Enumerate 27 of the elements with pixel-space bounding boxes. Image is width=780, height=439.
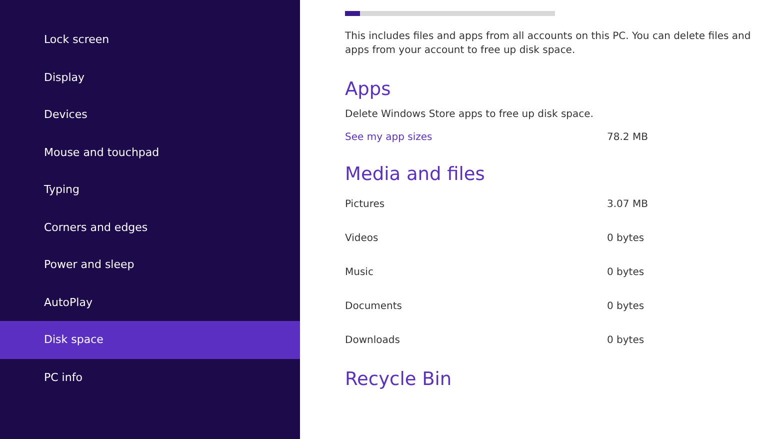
sidebar-item[interactable]: Lock screen [0,21,300,58]
file-type-label: Documents [345,300,404,312]
file-size-value: 0 bytes [607,334,644,346]
file-size-value: 3.07 MB [607,198,648,210]
storage-description: This includes files and apps from all accounts on this PC. You can delete files and apps from your account to free up disk space. [345,30,752,58]
app-sizes-link[interactable]: See my app sizes [345,132,607,142]
file-size-value: 0 bytes [607,266,644,278]
sidebar-item[interactable]: Typing [0,171,300,208]
sidebar-item[interactable]: AutoPlay [0,284,300,321]
sidebar-item[interactable]: Display [0,58,300,96]
file-size-value: 0 bytes [607,300,644,312]
section-heading: Apps [345,78,392,102]
section-heading: Media and files [345,163,486,187]
sidebar-item[interactable]: Mouse and touchpad [0,134,300,171]
sidebar-item[interactable]: Disk space [0,321,300,358]
sidebar-item[interactable]: PC info [0,358,300,396]
sidebar-item[interactable]: Devices [0,96,300,134]
section-heading: Recycle Bin [345,368,453,392]
file-type-label: Music [345,266,374,278]
apps-description: Delete Windows Store apps to free up disk space. [345,109,594,120]
file-type-label: Pictures [345,198,386,210]
file-type-label: Videos [345,232,380,244]
app-size-value: 78.2 MB [607,132,648,142]
sidebar-item[interactable]: Power and sleep [0,246,300,284]
sidebar-item[interactable]: Corners and edges [0,208,300,246]
file-type-label: Downloads [345,334,401,346]
file-size-value: 0 bytes [607,232,644,244]
